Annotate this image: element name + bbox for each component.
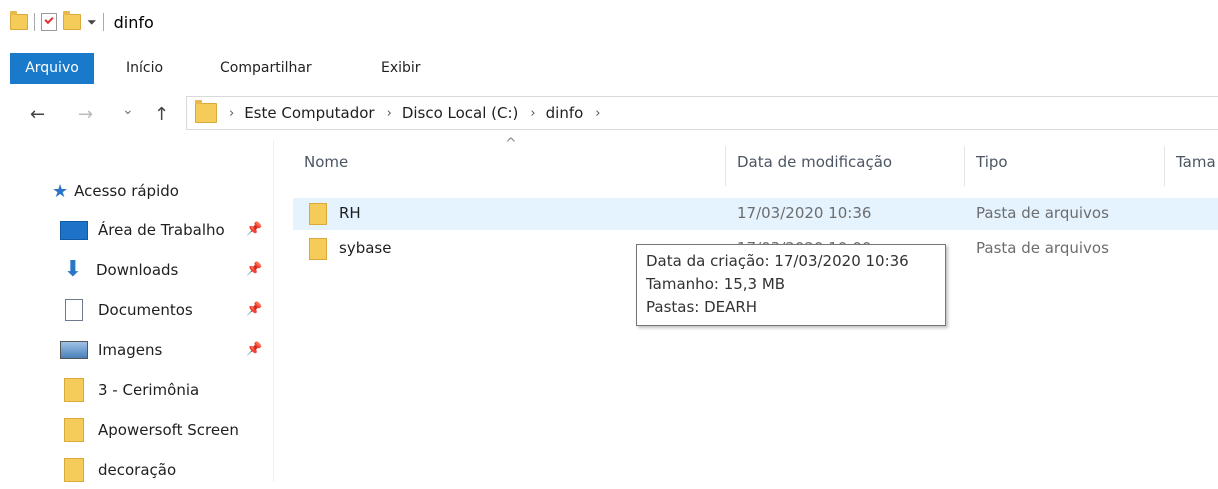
- ribbon-tabs: Arquivo Início Compartilhar Exibir: [0, 53, 1218, 85]
- file-type: Pasta de arquivos: [976, 239, 1109, 257]
- tab-inicio[interactable]: Início: [126, 53, 163, 85]
- sidebar-item-imagens[interactable]: Imagens: [60, 331, 162, 369]
- properties-icon[interactable]: [41, 13, 57, 31]
- sidebar-item-label: Documentos: [98, 301, 193, 319]
- sidebar-item-label: 3 - Cerimônia: [98, 381, 200, 399]
- tooltip-created: Data da criação: 17/03/2020 10:36: [646, 252, 909, 270]
- customize-qat-icon[interactable]: ⏷: [87, 15, 97, 30]
- folder-icon: [64, 378, 84, 402]
- tab-compartilhar[interactable]: Compartilhar: [220, 53, 312, 85]
- file-modified: 17/03/2020 10:36: [737, 204, 872, 222]
- sidebar-item-apowersoft-screen[interactable]: Apowersoft Screen: [60, 411, 239, 449]
- quick-access-toolbar: ⏷ dinfo: [10, 8, 154, 36]
- pin-icon[interactable]: 📌: [246, 262, 262, 277]
- divider: [102, 13, 104, 31]
- breadcrumb-separator: ›: [595, 105, 601, 121]
- pin-icon[interactable]: 📌: [246, 342, 262, 357]
- table-row[interactable]: RH 17/03/2020 10:36 Pasta de arquivos: [293, 198, 1218, 230]
- folder-icon: [309, 203, 327, 225]
- window-title: dinfo: [113, 12, 154, 32]
- pictures-icon: [60, 341, 88, 359]
- column-divider[interactable]: [1164, 146, 1165, 186]
- sort-ascending-icon: ^: [505, 136, 517, 152]
- column-header-data-modificacao[interactable]: Data de modificação: [737, 153, 892, 171]
- pin-icon[interactable]: 📌: [246, 222, 262, 237]
- desktop-icon: [60, 220, 88, 240]
- sidebar-item-label: Apowersoft Screen: [98, 421, 239, 439]
- folder-icon: [64, 458, 84, 482]
- recent-locations-button[interactable]: ⌄: [122, 102, 134, 118]
- breadcrumb-separator: ›: [229, 105, 235, 121]
- column-header-nome[interactable]: Nome: [304, 153, 348, 171]
- sidebar-item-downloads[interactable]: ⬇ Downloads: [60, 251, 179, 289]
- column-header-tamanho[interactable]: Tama: [1176, 153, 1216, 171]
- folder-icon: [195, 100, 217, 123]
- download-icon: ⬇: [63, 257, 83, 282]
- address-bar[interactable]: › Este Computador › Disco Local (C:) › d…: [186, 96, 1218, 130]
- breadcrumb-este-computador[interactable]: Este Computador: [244, 104, 374, 122]
- sidebar-item-label: Imagens: [98, 341, 163, 359]
- sidebar-item-label: Acesso rápido: [74, 182, 179, 200]
- sidebar-item-area-de-trabalho[interactable]: Área de Trabalho: [60, 211, 225, 249]
- folder-icon: [10, 11, 28, 30]
- pin-icon[interactable]: 📌: [246, 302, 262, 317]
- folder-icon: [64, 418, 84, 442]
- column-divider[interactable]: [725, 146, 726, 186]
- breadcrumb-disco-local[interactable]: Disco Local (C:): [402, 104, 519, 122]
- divider: [34, 13, 35, 31]
- sidebar-item-3-cerimonia[interactable]: 3 - Cerimônia: [60, 371, 199, 409]
- sidebar-item-quick-access[interactable]: ★ Acesso rápido: [52, 177, 179, 205]
- tooltip-folders: Pastas: DEARH: [646, 298, 758, 316]
- column-divider[interactable]: [964, 146, 965, 186]
- tab-exibir[interactable]: Exibir: [381, 53, 421, 85]
- back-button[interactable]: ←: [30, 104, 45, 125]
- sidebar-item-decoracao[interactable]: decoração: [60, 451, 176, 489]
- documents-icon: [65, 299, 83, 321]
- sidebar-item-documentos[interactable]: Documentos: [60, 291, 193, 329]
- file-name: RH: [339, 204, 361, 222]
- sidebar-item-label: Área de Trabalho: [98, 221, 225, 239]
- folder-icon: [309, 238, 327, 260]
- forward-button[interactable]: →: [78, 104, 93, 125]
- file-name: sybase: [339, 239, 392, 257]
- sidebar-item-label: decoração: [98, 461, 177, 479]
- column-header-tipo[interactable]: Tipo: [976, 153, 1008, 171]
- file-type: Pasta de arquivos: [976, 204, 1109, 222]
- star-icon: ★: [52, 180, 69, 202]
- sidebar-item-label: Downloads: [96, 261, 179, 279]
- tooltip-size: Tamanho: 15,3 MB: [646, 275, 786, 293]
- up-button[interactable]: ↑: [154, 104, 169, 125]
- new-folder-icon[interactable]: [63, 11, 81, 30]
- pane-divider: [273, 140, 274, 482]
- folder-info-tooltip: Data da criação: 17/03/2020 10:36 Tamanh…: [636, 244, 946, 326]
- tab-arquivo[interactable]: Arquivo: [10, 53, 94, 84]
- breadcrumb-separator: ›: [386, 105, 392, 121]
- breadcrumb-dinfo[interactable]: dinfo: [546, 104, 584, 122]
- breadcrumb-separator: ›: [530, 105, 536, 121]
